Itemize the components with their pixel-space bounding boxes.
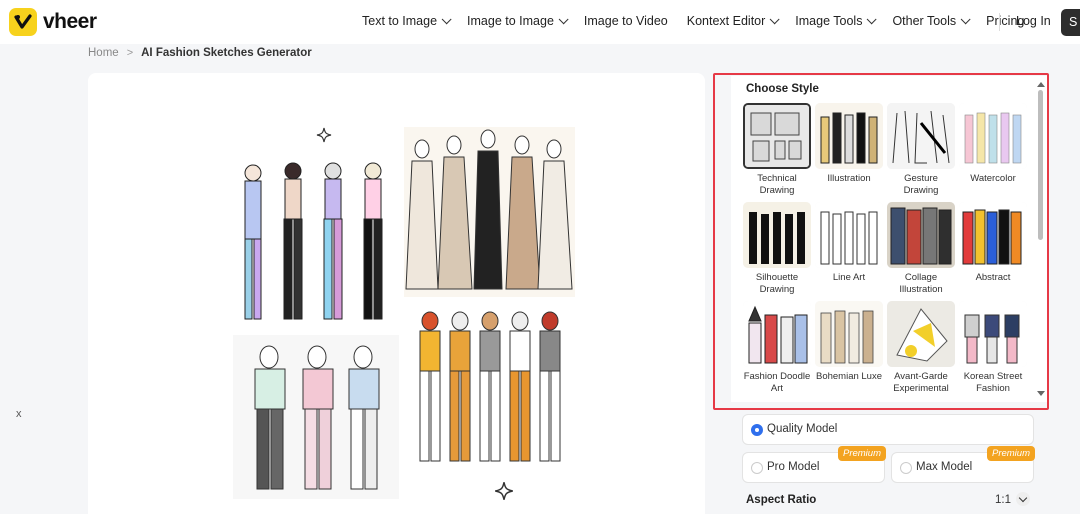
nav-kontext-editor[interactable]: Kontext Editor [687,13,780,28]
nav-image-to-image[interactable]: Image to Image [467,13,569,28]
nav-image-to-video[interactable]: Image to Video [584,14,668,28]
chevron-down-icon [769,13,780,24]
premium-badge: Premium [986,446,1035,461]
chevron-down-icon [558,13,569,24]
nav-text-to-image[interactable]: Text to Image [362,13,452,28]
aspect-ratio-value[interactable]: 1:1 [995,494,1011,506]
chevron-down-icon [867,13,878,24]
radio-selected-icon [751,423,763,436]
highlight-frame [713,73,1049,410]
signup-button[interactable]: S [1061,9,1080,36]
nav-divider [999,13,1000,31]
brand-logo[interactable]: vheer [9,8,97,36]
max-model-option[interactable]: Max Model Premium [891,446,1035,483]
sparkle-icon [316,127,332,143]
radio-icon [900,461,912,474]
login-link[interactable]: Log In [1016,14,1051,28]
chevron-down-icon[interactable] [1016,492,1030,506]
brand-name: vheer [43,10,97,33]
sketch-streetwear [233,335,399,499]
sparkle-icon [495,482,513,500]
radio-icon [751,461,763,474]
sketch-holographic-group [244,162,383,320]
preview-card [88,73,705,514]
main-nav: Text to Image Image to Image Image to Vi… [362,13,1043,28]
chevron-down-icon [960,13,971,24]
vheer-logo-icon [9,8,37,36]
side-label: x [16,408,22,420]
top-header: vheer Text to Image Image to Image Image… [0,0,1080,44]
pro-model-option[interactable]: Pro Model Premium [742,446,886,483]
premium-badge: Premium [837,446,886,461]
aspect-ratio-label: Aspect Ratio [746,494,817,506]
chevron-down-icon [441,13,452,24]
nav-image-tools[interactable]: Image Tools [795,13,878,28]
nav-other-tools[interactable]: Other Tools [892,13,971,28]
breadcrumb-home[interactable]: Home [88,47,119,59]
sketch-retro-suits [419,311,561,462]
sketch-neutral-gowns [404,127,575,297]
breadcrumb: Home > AI Fashion Sketches Generator [88,47,312,59]
quality-model-option[interactable]: Quality Model [742,414,1034,445]
chevron-right-icon: > [126,47,134,59]
breadcrumb-current: AI Fashion Sketches Generator [141,47,312,59]
